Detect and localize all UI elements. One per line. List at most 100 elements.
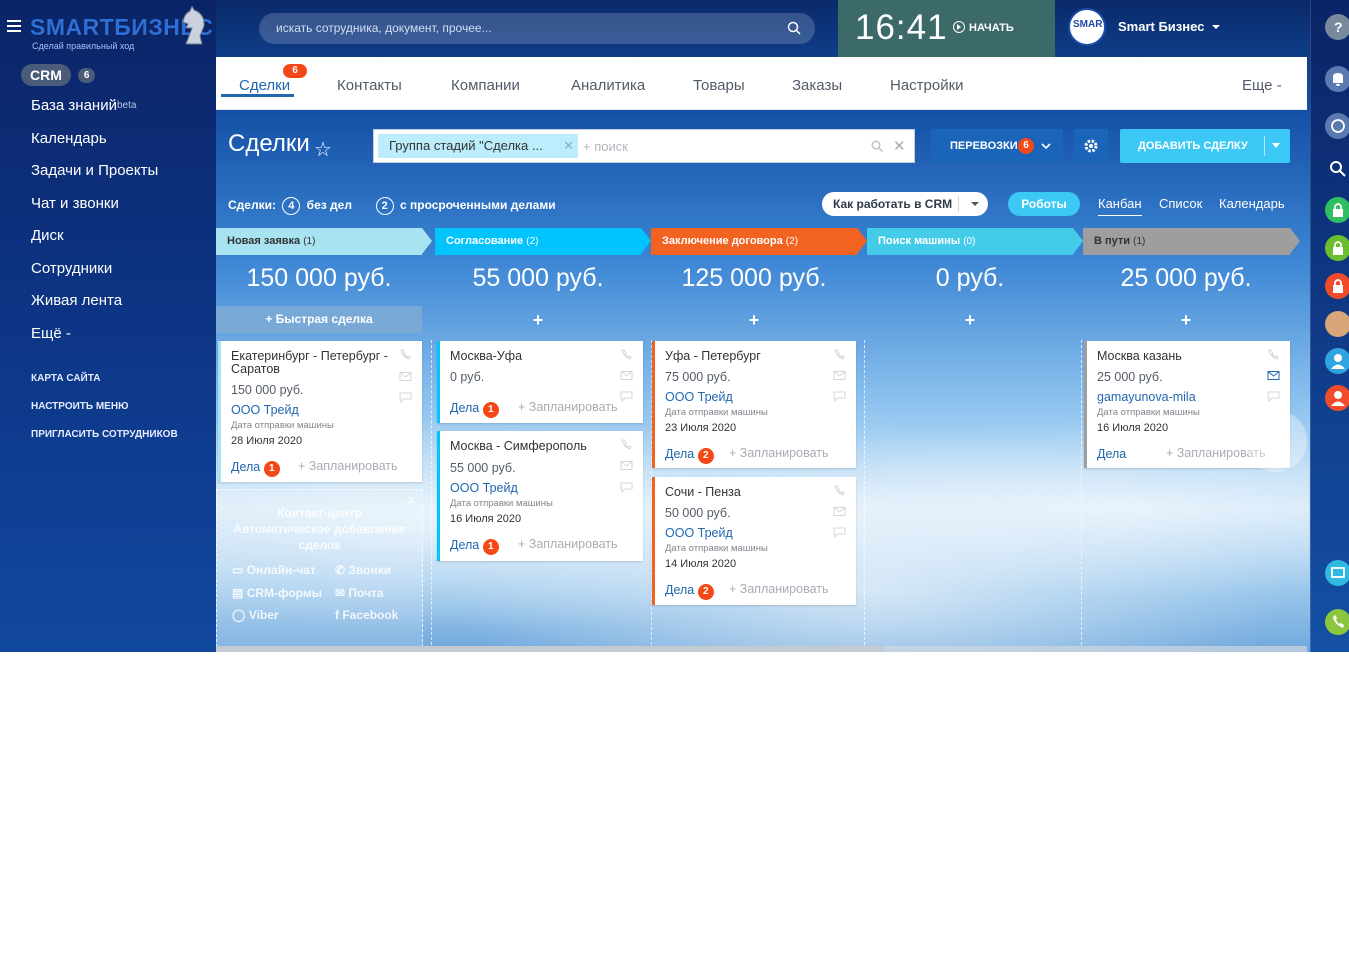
clear-filter-icon[interactable]: ✕ bbox=[893, 137, 906, 155]
tab-deals[interactable]: Сделки bbox=[239, 77, 290, 94]
deal-title[interactable]: Москва - Симферополь bbox=[450, 440, 610, 453]
tab-analytics[interactable]: Аналитика bbox=[571, 77, 645, 94]
settings-button[interactable] bbox=[1074, 129, 1108, 163]
phone-icon[interactable] bbox=[833, 349, 846, 360]
deal-company[interactable]: ООО Трейд bbox=[450, 481, 518, 495]
plan-task-link[interactable]: + Запланировать bbox=[518, 400, 618, 414]
tab-companies[interactable]: Компании bbox=[451, 77, 520, 94]
time-widget[interactable]: 16:41 НАЧАТЬ bbox=[838, 0, 1055, 57]
mail-icon[interactable] bbox=[399, 371, 412, 382]
invite-employees-link[interactable]: ПРИГЛАСИТЬ СОТРУДНИКОВ bbox=[31, 429, 178, 440]
view-list[interactable]: Список bbox=[1159, 196, 1202, 211]
chevron-down-icon[interactable] bbox=[1272, 143, 1280, 148]
star-icon[interactable]: ☆ bbox=[314, 137, 332, 162]
screen-share-icon[interactable] bbox=[1325, 560, 1349, 586]
no-tasks-count[interactable]: 4 bbox=[282, 197, 301, 215]
deal-tasks-link[interactable]: Дела bbox=[1097, 447, 1126, 461]
deal-card[interactable]: Москва - Симферополь 55 000 руб. ООО Тре… bbox=[437, 431, 643, 561]
lock-icon[interactable] bbox=[1325, 273, 1349, 299]
column-header[interactable]: В пути (1) bbox=[1083, 228, 1300, 255]
overdue-count[interactable]: 2 bbox=[375, 197, 394, 215]
chat-icon[interactable] bbox=[620, 482, 633, 493]
chat-icon[interactable] bbox=[833, 391, 846, 402]
add-deal-plus[interactable]: + bbox=[435, 310, 641, 331]
lock-icon[interactable] bbox=[1325, 197, 1349, 223]
add-deal-plus[interactable]: + bbox=[1083, 310, 1289, 331]
deal-title[interactable]: Сочи - Пенза bbox=[665, 486, 825, 499]
contact-center-widget[interactable]: ✕ Контакт-центр Автоматическое добавлени… bbox=[216, 489, 423, 647]
global-search[interactable]: искать сотрудника, документ, прочее... bbox=[259, 13, 815, 44]
lock-icon[interactable] bbox=[1325, 235, 1349, 261]
plan-task-link[interactable]: + Запланировать bbox=[729, 582, 829, 596]
group-avatar-icon[interactable] bbox=[1325, 311, 1349, 337]
add-deal-plus[interactable]: + bbox=[651, 310, 857, 331]
sidebar-item-knowledge-base[interactable]: База знанийbeta bbox=[0, 90, 216, 123]
phone-icon[interactable] bbox=[620, 439, 633, 450]
user-icon[interactable] bbox=[1325, 385, 1349, 411]
bell-icon[interactable] bbox=[1325, 66, 1349, 92]
filter-input[interactable]: + поиск bbox=[583, 139, 628, 154]
mail-link[interactable]: ✉ Почта bbox=[335, 586, 384, 600]
deal-company[interactable]: ООО Трейд bbox=[665, 526, 733, 540]
crm-forms-link[interactable]: ▤ CRM-формы bbox=[232, 586, 322, 600]
online-chat-link[interactable]: ▭ Онлайн-чат bbox=[232, 563, 316, 577]
company-logo[interactable]: SMARTБИЗНЕС Сделай правильный ход bbox=[30, 6, 213, 52]
deal-responsible[interactable]: gamayunova-mila bbox=[1097, 390, 1196, 404]
sidebar-item-feed[interactable]: Живая лента bbox=[0, 285, 216, 318]
deal-title[interactable]: Уфа - Петербург bbox=[665, 350, 825, 363]
deal-title[interactable]: Москва казань bbox=[1097, 350, 1257, 363]
sidebar-item-disk[interactable]: Диск bbox=[0, 220, 216, 253]
column-header[interactable]: Поиск машины (0) bbox=[867, 228, 1083, 255]
mail-icon[interactable] bbox=[833, 370, 846, 381]
tab-settings[interactable]: Настройки bbox=[890, 77, 964, 94]
quick-deal-button[interactable]: + Быстрая сделка bbox=[216, 306, 422, 333]
chat-icon[interactable] bbox=[833, 527, 846, 538]
deal-card[interactable]: Москва-Уфа 0 руб. Дела 1 + Запланировать bbox=[437, 341, 643, 423]
mail-icon[interactable] bbox=[620, 460, 633, 471]
sidebar-item-calendar[interactable]: Календарь bbox=[0, 123, 216, 156]
robots-button[interactable]: Роботы bbox=[1008, 192, 1080, 216]
mail-icon[interactable] bbox=[1267, 370, 1280, 381]
view-kanban[interactable]: Канбан bbox=[1098, 196, 1142, 216]
user-menu[interactable]: SMART Smart Бизнес bbox=[1068, 8, 1298, 48]
tab-contacts[interactable]: Контакты bbox=[337, 77, 402, 94]
scroll-right-arrow-icon[interactable] bbox=[1245, 410, 1307, 472]
deal-tasks-link[interactable]: Дела 1 bbox=[450, 538, 499, 555]
sidebar-item-crm[interactable]: CRM 6 bbox=[0, 62, 216, 90]
user-icon[interactable] bbox=[1325, 348, 1349, 374]
deal-tasks-link[interactable]: Дела 1 bbox=[231, 460, 280, 477]
search-icon[interactable] bbox=[787, 21, 801, 35]
chat-icon[interactable] bbox=[620, 391, 633, 402]
column-header[interactable]: Согласование (2) bbox=[435, 228, 651, 255]
deal-tasks-link[interactable]: Дела 2 bbox=[665, 447, 714, 464]
filter-chip[interactable]: Группа стадий "Сделка ... ✕ bbox=[378, 134, 578, 158]
mail-icon[interactable] bbox=[833, 506, 846, 517]
scrollbar-thumb[interactable] bbox=[216, 646, 884, 652]
deal-tasks-link[interactable]: Дела 1 bbox=[450, 401, 499, 418]
viber-link[interactable]: ◯ Viber bbox=[232, 608, 279, 622]
category-button[interactable]: ПЕРЕВОЗКИ 6 bbox=[931, 129, 1063, 163]
tab-orders[interactable]: Заказы bbox=[792, 77, 842, 94]
chat-icon[interactable] bbox=[399, 392, 412, 403]
phone-icon[interactable] bbox=[1325, 609, 1349, 635]
crm-pill[interactable]: CRM bbox=[21, 64, 71, 86]
deal-tasks-link[interactable]: Дела 2 bbox=[665, 583, 714, 600]
plan-task-link[interactable]: + Запланировать bbox=[298, 459, 398, 473]
sidebar-item-employees[interactable]: Сотрудники bbox=[0, 253, 216, 286]
overdue-label[interactable]: с просроченными делами bbox=[400, 198, 556, 212]
plan-task-link[interactable]: + Запланировать bbox=[729, 446, 829, 460]
start-workday-button[interactable]: НАЧАТЬ bbox=[953, 21, 1014, 34]
deal-company[interactable]: ООО Трейд bbox=[231, 403, 299, 417]
phone-icon[interactable] bbox=[1267, 349, 1280, 360]
view-calendar[interactable]: Календарь bbox=[1219, 196, 1285, 211]
menu-burger-icon[interactable] bbox=[7, 20, 21, 32]
configure-menu-link[interactable]: НАСТРОИТЬ МЕНЮ bbox=[31, 401, 128, 412]
messages-icon[interactable] bbox=[1325, 113, 1349, 139]
deal-title[interactable]: Москва-Уфа bbox=[450, 350, 610, 363]
tab-products[interactable]: Товары bbox=[693, 77, 745, 94]
phone-icon[interactable] bbox=[399, 349, 412, 360]
column-header[interactable]: Заключение договора (2) bbox=[651, 228, 867, 255]
filter-search[interactable]: Группа стадий "Сделка ... ✕ + поиск ✕ bbox=[373, 129, 915, 163]
phone-icon[interactable] bbox=[620, 349, 633, 360]
deal-card[interactable]: Сочи - Пенза 50 000 руб. ООО Трейд Дата … bbox=[652, 477, 856, 605]
